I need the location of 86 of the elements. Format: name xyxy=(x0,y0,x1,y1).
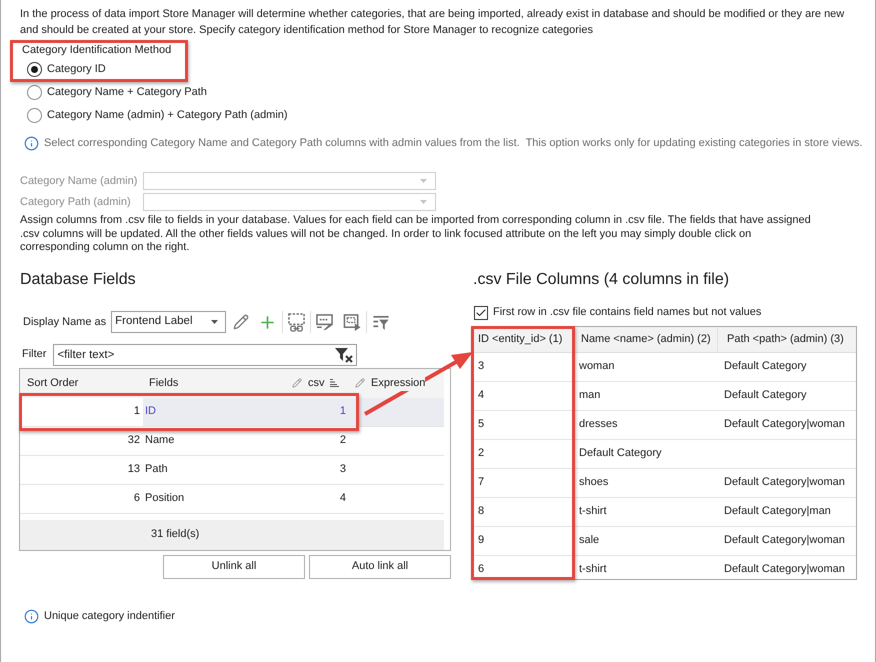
caret-icon xyxy=(211,320,218,324)
table-cell: Default Category|woman xyxy=(724,476,845,488)
section-heading: Database Fields xyxy=(20,270,136,290)
field-label: Category Path (admin) xyxy=(20,196,131,208)
column-header[interactable]: Name <name> (admin) (2) xyxy=(581,330,711,348)
column-header[interactable]: Fields xyxy=(149,376,178,389)
table-cell: Default Category xyxy=(724,360,807,372)
table-cell: 8 xyxy=(478,505,484,518)
table-cell: Default Category|woman xyxy=(724,563,845,576)
table-cell: sale xyxy=(579,534,600,546)
assign-note: Assign columns from .csv file to fields in your database. Values for each field can be imported from corresponding column in .csv file. The fields that have assigned .csv columns will be updated. All the other fields values will not be changed. In order to link focused attribute on the left you may simply double click on corresponding column on the right. xyxy=(19,214,812,254)
dropdown-field[interactable] xyxy=(143,193,436,211)
field-row[interactable]: 13 Path 3 xyxy=(20,456,444,484)
table-cell-text: 1 xyxy=(340,404,346,420)
list-filter-icon[interactable] xyxy=(372,314,390,330)
section-heading: .csv File Columns (4 columns in file) xyxy=(473,270,730,290)
grid-link-icon[interactable] xyxy=(288,312,306,332)
radio-button[interactable] xyxy=(27,85,42,100)
column-header[interactable]: ID <entity_id> (1) xyxy=(478,330,562,348)
radio-label[interactable]: Category ID xyxy=(47,61,106,78)
table-edit-icon[interactable] xyxy=(316,314,334,330)
table-cell: Position xyxy=(145,492,184,504)
hint-text: Unique category indentifier xyxy=(44,609,175,624)
action-button[interactable]: Unlink all xyxy=(163,554,305,578)
caret-icon xyxy=(420,200,427,204)
dropdown-field[interactable] xyxy=(143,172,436,190)
table-play-icon[interactable] xyxy=(343,314,362,330)
admin-note: Select corresponding Category Name and Category Path columns with admin values from the list. This option works only for updating existing categories in store views. xyxy=(44,136,862,151)
pencil-icon xyxy=(292,378,302,388)
table-cell: ID xyxy=(145,405,156,418)
info-icon xyxy=(24,609,39,624)
filter-label: Filter xyxy=(22,347,46,362)
sort-lines-icon[interactable] xyxy=(330,379,338,387)
table-cell: 4 xyxy=(478,389,484,402)
table-cell: dresses xyxy=(579,418,618,430)
caret-icon xyxy=(420,179,427,183)
pencil-icon[interactable] xyxy=(233,314,250,330)
field-count: 31 field(s) xyxy=(151,527,200,542)
table-cell: t-shirt xyxy=(579,505,606,518)
table-cell: Path xyxy=(145,463,168,476)
table-cell: Default Category|woman xyxy=(724,534,845,546)
table-cell: 9 xyxy=(478,534,484,546)
table-cell: Default Category xyxy=(579,447,662,460)
table-cell: t-shirt xyxy=(579,563,606,576)
table-cell: woman xyxy=(579,360,614,372)
table-cell-text: 13 xyxy=(128,462,140,478)
table-cell: 7 xyxy=(478,476,484,488)
table-cell: 2 xyxy=(478,447,484,460)
table-cell-text: 6 xyxy=(134,491,140,506)
filter-field[interactable]: <filter text> xyxy=(53,344,358,366)
table-cell-text: 3 xyxy=(340,462,346,478)
display-name-label: Display Name as xyxy=(23,314,106,330)
table-cell: man xyxy=(579,389,600,402)
column-header[interactable]: Sort Order xyxy=(27,376,78,389)
pencil-icon xyxy=(355,378,365,388)
table-cell-text: 1 xyxy=(134,404,140,420)
filter-clear-icon[interactable] xyxy=(335,346,354,362)
radio-button[interactable] xyxy=(27,108,42,123)
field-row[interactable]: 1 ID 1 xyxy=(20,398,444,426)
table-cell-text: 32 xyxy=(128,433,140,448)
table-cell: shoes xyxy=(579,476,608,488)
table-cell: Name xyxy=(145,434,174,446)
field-row[interactable]: 6 Position 4 xyxy=(20,484,444,514)
column-header[interactable]: csv xyxy=(308,374,324,392)
radio-label[interactable]: Category Name (admin) + Category Path (admin) xyxy=(47,107,288,124)
check-icon xyxy=(475,306,487,318)
table-cell-text: 2 xyxy=(340,433,346,448)
table-cell: 6 xyxy=(478,563,484,576)
table-cell: 5 xyxy=(478,418,484,430)
table-cell: Default Category xyxy=(724,389,807,402)
checkbox[interactable] xyxy=(474,306,488,320)
action-button[interactable]: Auto link all xyxy=(309,554,451,578)
column-header[interactable]: Expression xyxy=(371,374,426,392)
method-label: Category Identification Method xyxy=(22,43,172,58)
column-header[interactable]: Path <path> (admin) (3) xyxy=(727,330,844,348)
table-cell-text: 4 xyxy=(340,491,346,506)
table-cell: 3 xyxy=(478,360,484,372)
table-cell: Default Category|man xyxy=(724,505,831,518)
field-label: Category Name (admin) xyxy=(20,174,138,187)
radio-button[interactable] xyxy=(27,62,42,77)
display-name-dropdown[interactable]: Frontend Label xyxy=(111,311,226,333)
info-icon xyxy=(24,136,39,150)
intro-text: In the process of data import Store Manager will determine whether categories, that are being imported, already exist in database and should be modified or they are new and should be created at your store. Specify category identification method for Store Manager to recognize categories xyxy=(19,7,846,38)
checkbox-label[interactable]: First row in .csv file contains field names but not values xyxy=(493,304,762,321)
radio-label[interactable]: Category Name + Category Path xyxy=(47,84,207,101)
table-cell: Default Category|woman xyxy=(724,418,845,430)
